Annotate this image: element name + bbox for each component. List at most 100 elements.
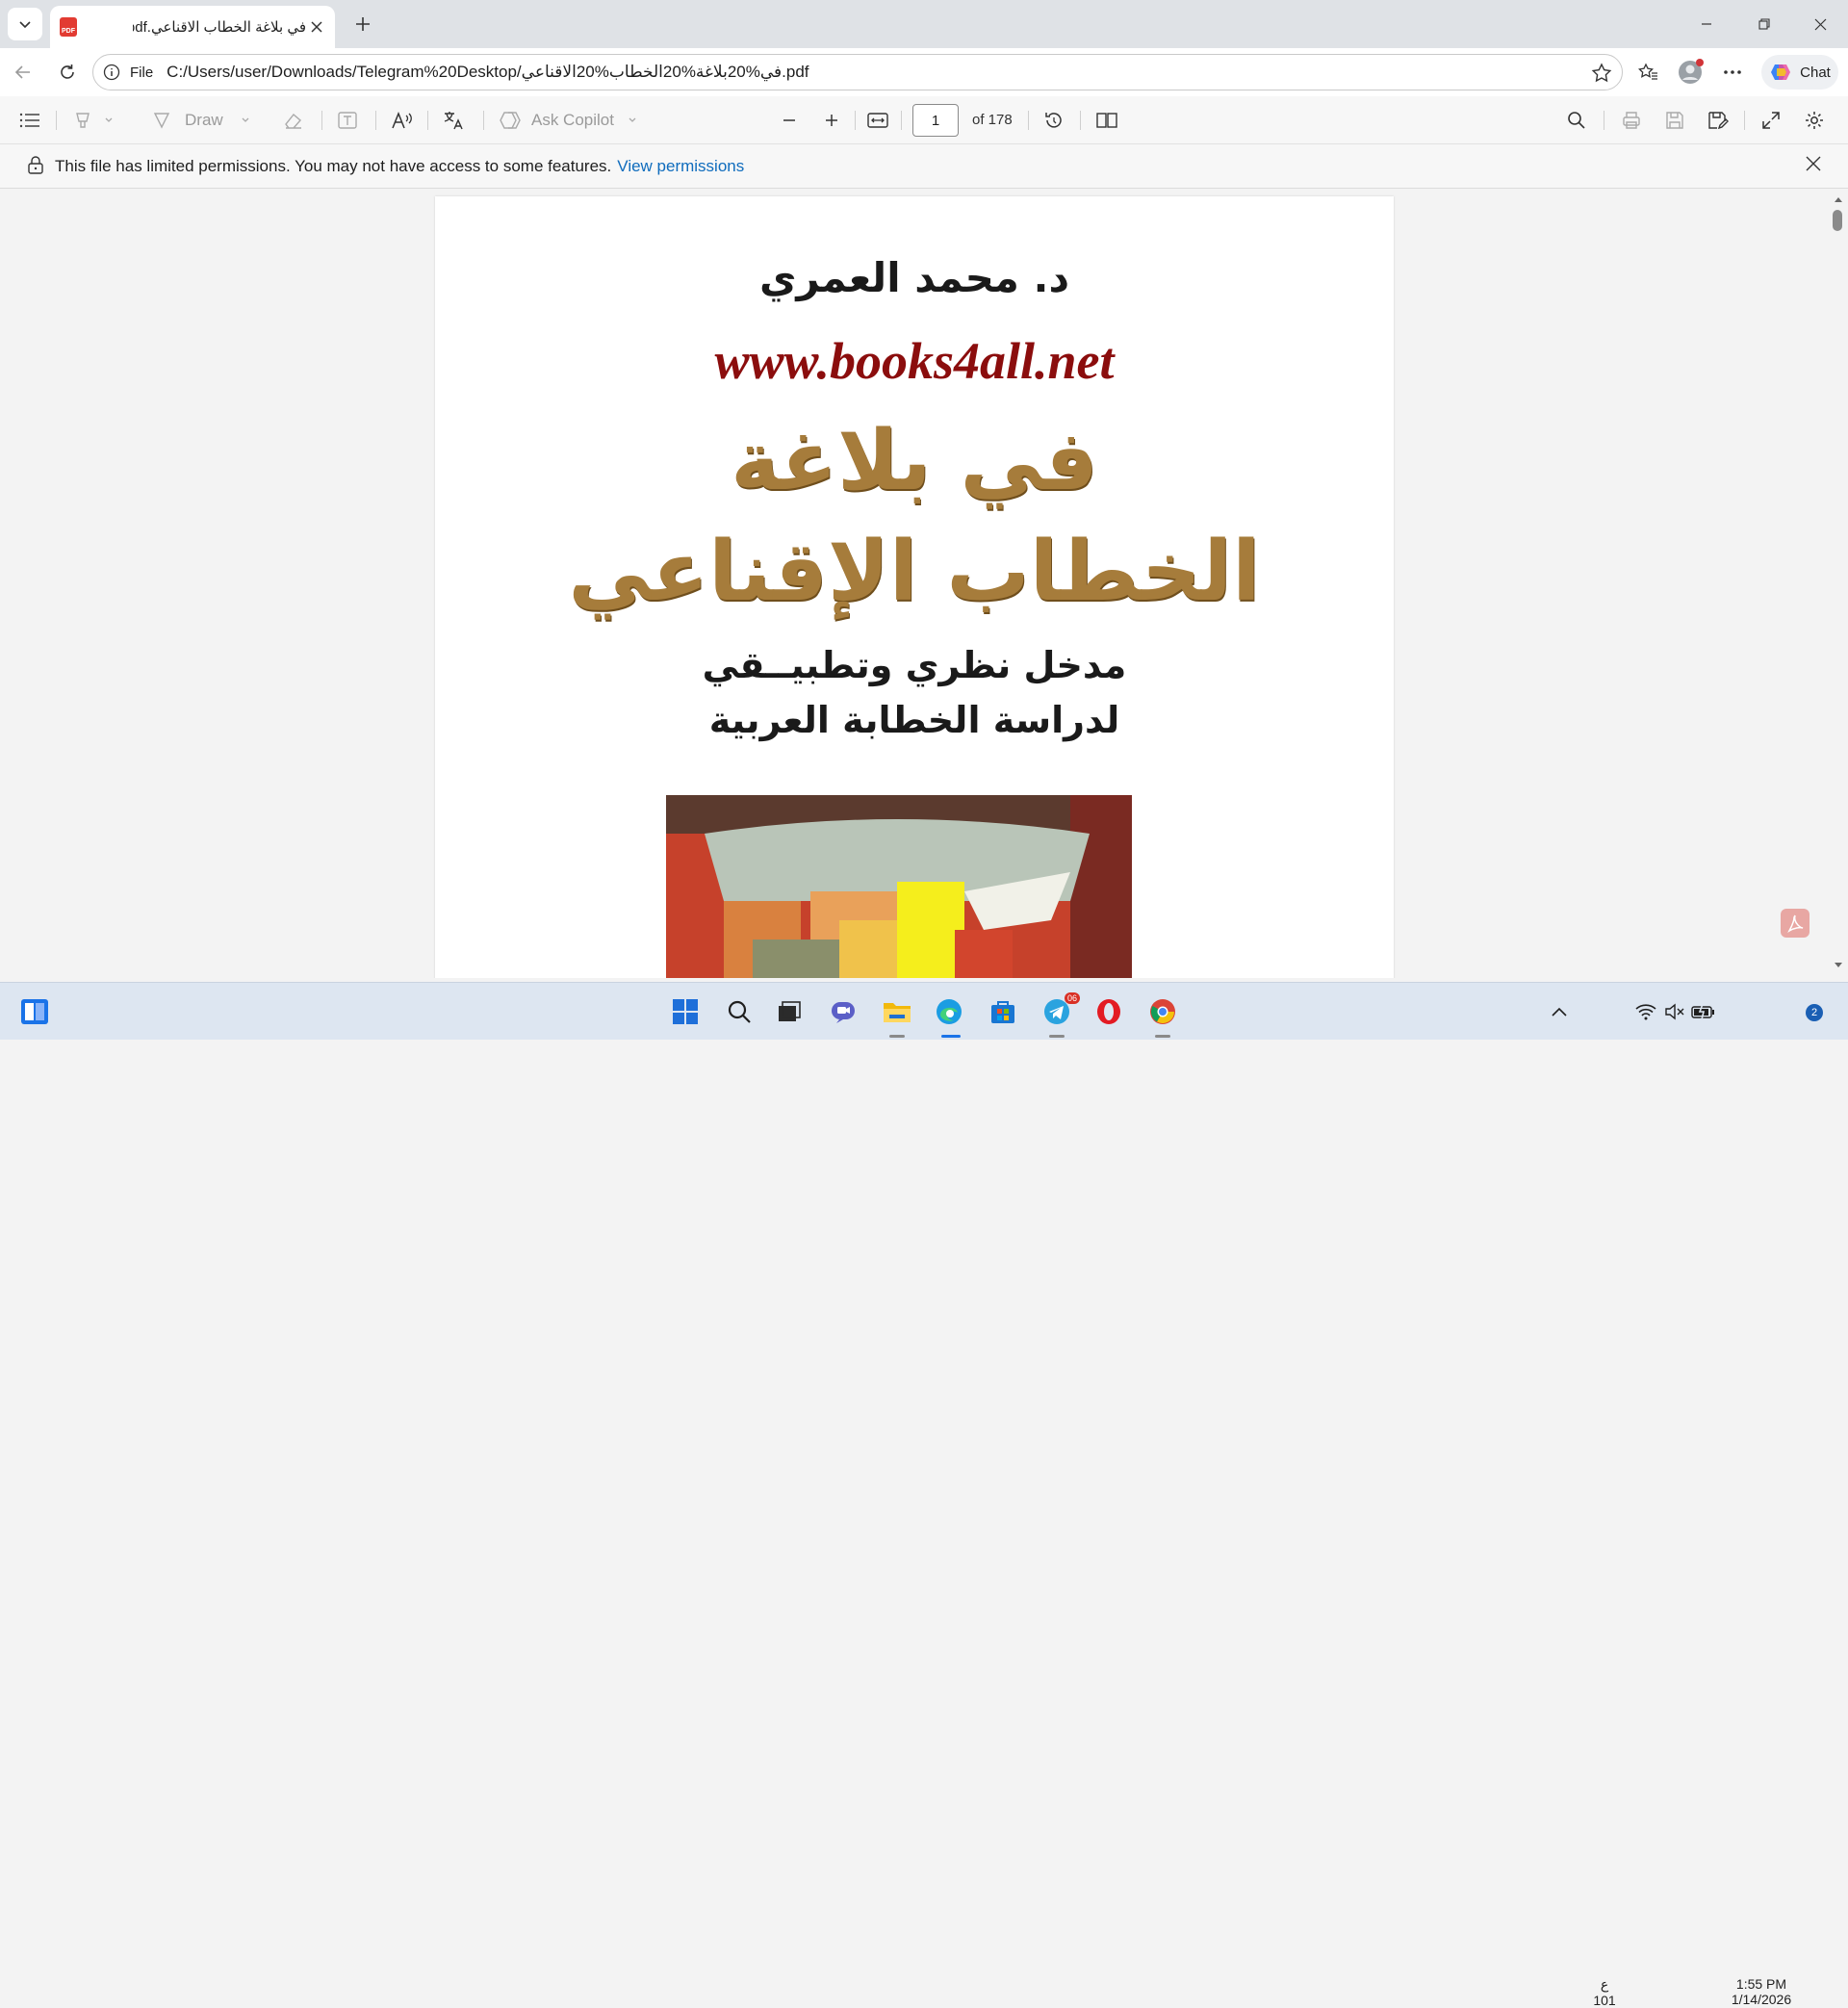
url-text[interactable]: C:/Users/user/Downloads/Telegram%20Deskt…: [167, 63, 808, 82]
pdf-file-icon: PDF: [60, 17, 77, 37]
rotate-button[interactable]: [1043, 105, 1065, 136]
search-icon: [1568, 112, 1585, 129]
save-as-button[interactable]: [1707, 105, 1729, 136]
gear-icon: [1806, 112, 1823, 129]
copilot-chat-button[interactable]: Chat: [1761, 55, 1838, 90]
lock-icon: [28, 156, 43, 174]
chevron-up-icon: [1552, 1007, 1567, 1017]
book-author: د. محمد العمري: [758, 254, 1070, 301]
refresh-icon: [61, 64, 74, 79]
erase-button[interactable]: [283, 105, 304, 136]
ask-copilot-label: Ask Copilot: [531, 111, 614, 129]
read-aloud-icon: [392, 111, 412, 129]
restore-button[interactable]: [1742, 8, 1786, 40]
meet-icon: [832, 1002, 855, 1023]
chrome-button[interactable]: [1145, 994, 1180, 1029]
running-indicator: [1049, 1035, 1065, 1038]
close-icon: [1814, 18, 1826, 30]
profile-button[interactable]: [1675, 57, 1706, 88]
list-icon: [19, 113, 39, 128]
close-window-button[interactable]: [1798, 8, 1842, 40]
telegram-button[interactable]: 06: [1040, 992, 1080, 1029]
two-page-icon: [1096, 113, 1117, 128]
restore-icon: [1758, 18, 1770, 30]
fullscreen-button[interactable]: [1761, 105, 1781, 136]
read-aloud-button[interactable]: [391, 105, 414, 136]
back-button[interactable]: [8, 57, 38, 88]
close-icon: [311, 21, 322, 33]
book-title-line1: في بلاغة: [731, 413, 1098, 509]
refresh-button[interactable]: [52, 57, 83, 88]
fit-width-icon: [867, 113, 888, 128]
page-view-button[interactable]: [1095, 105, 1118, 136]
minimize-button[interactable]: [1684, 8, 1729, 40]
edge-icon: [937, 999, 962, 1024]
chevron-down-icon: [629, 117, 636, 122]
close-icon[interactable]: [1806, 156, 1821, 171]
address-bar[interactable]: File C:/Users/user/Downloads/Telegram%20…: [92, 54, 1623, 90]
draw-button[interactable]: Draw: [152, 105, 250, 136]
acrobat-button[interactable]: [1781, 909, 1810, 938]
search-taskbar-button[interactable]: [722, 994, 757, 1029]
toolbar-divider: [1080, 111, 1081, 130]
battery-charging-icon: [1691, 1003, 1714, 1020]
scroll-up-button[interactable]: [1831, 193, 1846, 206]
task-view-button[interactable]: [772, 994, 807, 1029]
plus-icon: [826, 115, 837, 126]
notification-badge[interactable]: 2: [1806, 1004, 1823, 1021]
vertical-scrollbar[interactable]: [1829, 189, 1848, 978]
settings-button[interactable]: [1804, 105, 1825, 136]
zoom-in-button[interactable]: [824, 105, 839, 136]
tab-close-button[interactable]: [306, 16, 327, 38]
tab-title: في بلاغة الخطاب الاقناعي.pdf: [133, 19, 306, 36]
permissions-text: This file has limited permissions. You m…: [55, 157, 612, 175]
clock[interactable]: 1:55 PM 1/14/2026: [1723, 1976, 1800, 2007]
favorites-icon: [1638, 63, 1657, 80]
pdf-page: د. محمد العمري www.books4all.net في بلاغ…: [435, 196, 1394, 978]
chevron-down-icon: [105, 117, 113, 122]
more-options-button[interactable]: [1717, 57, 1748, 88]
save-button[interactable]: [1665, 105, 1684, 136]
expand-icon: [1762, 112, 1780, 129]
new-tab-button[interactable]: [348, 10, 377, 39]
scroll-down-button[interactable]: [1831, 959, 1846, 972]
ask-copilot-button[interactable]: Ask Copilot: [499, 105, 637, 136]
book-subtitle-line2: لدراسة الخطابة العربية: [708, 699, 1120, 741]
keyboard-layout-code: 101: [1593, 1993, 1616, 2008]
info-icon[interactable]: [103, 64, 120, 81]
file-explorer-button[interactable]: [880, 994, 914, 1029]
view-permissions-link[interactable]: View permissions: [617, 157, 744, 175]
translate-button[interactable]: [443, 105, 466, 136]
store-icon: [991, 1001, 1014, 1023]
copilot-icon: [500, 112, 521, 129]
battery-button[interactable]: [1686, 994, 1721, 1029]
zoom-out-button[interactable]: [782, 105, 797, 136]
pdf-viewer[interactable]: د. محمد العمري www.books4all.net في بلاغ…: [4, 189, 1829, 978]
pdf-toolbar: Draw Ask Copilot 1 of 178: [0, 96, 1848, 144]
page-number-input[interactable]: 1: [912, 104, 959, 137]
find-button[interactable]: [1567, 105, 1586, 136]
add-text-button[interactable]: [337, 105, 358, 136]
start-button[interactable]: [668, 994, 703, 1029]
opera-button[interactable]: [1091, 994, 1126, 1029]
show-hidden-icons-button[interactable]: [1542, 994, 1577, 1029]
star-icon[interactable]: [1591, 63, 1612, 84]
contents-button[interactable]: [19, 105, 40, 136]
keyboard-language[interactable]: ع 101: [1590, 1976, 1619, 2008]
print-button[interactable]: [1621, 105, 1642, 136]
highlight-button[interactable]: [73, 105, 114, 136]
store-button[interactable]: [986, 994, 1020, 1029]
widgets-button[interactable]: [17, 994, 52, 1029]
favorites-button[interactable]: [1632, 57, 1663, 88]
page-count-label: of 178: [972, 112, 1013, 128]
fit-to-width-button[interactable]: [866, 105, 889, 136]
edge-button[interactable]: [932, 994, 966, 1029]
permissions-message: This file has limited permissions. You m…: [55, 157, 744, 176]
minimize-icon: [1702, 23, 1711, 25]
scrollbar-thumb[interactable]: [1833, 210, 1842, 231]
copilot-icon: [1771, 64, 1791, 80]
teams-button[interactable]: [826, 994, 860, 1029]
tab-actions-button[interactable]: [8, 8, 42, 40]
tab-active[interactable]: PDF في بلاغة الخطاب الاقناعي.pdf: [50, 6, 335, 48]
running-indicator: [889, 1035, 905, 1038]
